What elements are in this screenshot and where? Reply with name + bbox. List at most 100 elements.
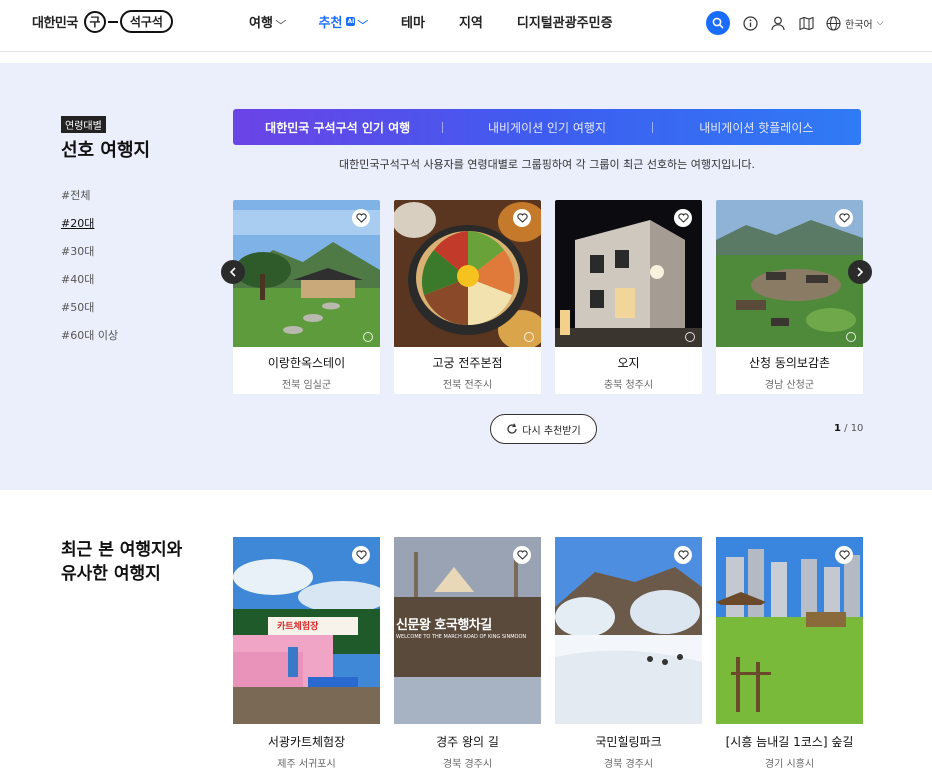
map-button[interactable] bbox=[798, 15, 814, 31]
user-button[interactable] bbox=[770, 15, 786, 31]
site-logo[interactable]: 대한민국 구 석구석 bbox=[32, 10, 173, 33]
place-card[interactable]: 오지 충북 청주시 bbox=[555, 200, 702, 394]
age-filter-60s-plus[interactable]: #60대 이상 bbox=[61, 327, 118, 355]
section-title: 선호 여행지 bbox=[61, 140, 151, 161]
place-photo: 신문왕 호국행차길 WELCOME TO THE MARCH ROAD OF K… bbox=[394, 537, 541, 724]
site-header: 대한민국 구 석구석 여행 ⌵ 추천 AI ⌵ 테마 지역 디지털관광주민증 한… bbox=[0, 0, 932, 52]
photo-sign-subtext: WELCOME TO THE MARCH ROAD OF KING SINMOO… bbox=[396, 634, 527, 640]
preferred-card-list: 이랑한옥스테이 전북 임실군 고궁 전주본점 전북 전주시 오지 충북 청주시 … bbox=[233, 200, 863, 394]
chevron-down-icon: ⌵ bbox=[876, 18, 884, 28]
place-card[interactable]: 국민힐링파크 경북 경주시 bbox=[555, 537, 702, 770]
zoom-icon bbox=[524, 332, 534, 342]
place-name: 서광카트체험장 bbox=[267, 735, 346, 749]
place-photo bbox=[555, 200, 702, 347]
heart-icon[interactable] bbox=[674, 209, 692, 227]
carousel-next-button[interactable] bbox=[848, 260, 872, 284]
place-photo bbox=[555, 537, 702, 724]
place-name: 국민힐링파크 bbox=[595, 735, 662, 749]
recent-card-list: 카트체험장 서광카트체험장 제주 서귀포시 신문왕 호국행차길 WELCOME … bbox=[233, 537, 863, 770]
place-name: 이랑한옥스테이 bbox=[267, 356, 346, 370]
preferred-section: 연령대별 선호 여행지 #전체 #20대 #30대 #40대 #50대 #60대… bbox=[0, 63, 932, 490]
age-group-badge: 연령대별 bbox=[61, 116, 106, 133]
logo-pill: 석구석 bbox=[119, 10, 173, 33]
place-card[interactable]: 이랑한옥스테이 전북 임실군 bbox=[233, 200, 380, 394]
nav-recommend[interactable]: 추천 AI ⌵ bbox=[318, 12, 369, 31]
age-filter-list: #전체 #20대 #30대 #40대 #50대 #60대 이상 bbox=[61, 187, 118, 355]
place-card[interactable]: [시흥 늠내길 1코스] 숲길 경기 시흥시 bbox=[716, 537, 863, 770]
logo-mark: 구 bbox=[83, 10, 106, 33]
tab-navigation-popular[interactable]: 내비게이션 인기 여행지 bbox=[442, 119, 651, 136]
refresh-recommend-button[interactable]: 다시 추천받기 bbox=[490, 414, 597, 444]
heart-icon[interactable] bbox=[513, 546, 531, 564]
chevron-down-icon: ⌵ bbox=[275, 16, 287, 27]
age-filter-20s[interactable]: #20대 bbox=[61, 215, 118, 243]
chevron-down-icon: ⌵ bbox=[357, 16, 369, 27]
heart-icon[interactable] bbox=[352, 209, 370, 227]
age-filter-30s[interactable]: #30대 bbox=[61, 243, 118, 271]
place-name: 오지 bbox=[617, 356, 640, 370]
place-region: 충북 청주시 bbox=[603, 380, 654, 391]
place-photo bbox=[716, 537, 863, 724]
logo-text: 대한민국 bbox=[32, 16, 78, 31]
photo-sign-text: 신문왕 호국행차길 bbox=[396, 618, 492, 633]
place-region: 전북 임실군 bbox=[281, 380, 332, 391]
age-filter-all[interactable]: #전체 bbox=[61, 187, 118, 215]
place-region: 경기 시흥시 bbox=[764, 759, 815, 770]
nav-travel[interactable]: 여행 ⌵ bbox=[249, 12, 287, 31]
place-card[interactable]: 산청 동의보감촌 경남 산청군 bbox=[716, 200, 863, 394]
globe-icon bbox=[826, 15, 841, 31]
age-filter-40s[interactable]: #40대 bbox=[61, 271, 118, 299]
language-selector[interactable]: 한국어 ⌵ bbox=[826, 15, 884, 31]
place-photo: 카트체험장 bbox=[233, 537, 380, 724]
place-name: 산청 동의보감촌 bbox=[748, 356, 831, 370]
nav-digital-label: 디지털관광주민증 bbox=[516, 16, 613, 31]
search-icon bbox=[712, 17, 724, 29]
recent-title-line2: 유사한 여행지 bbox=[61, 564, 161, 584]
place-photo bbox=[394, 200, 541, 347]
place-card[interactable]: 고궁 전주본점 전북 전주시 bbox=[394, 200, 541, 394]
heart-icon[interactable] bbox=[352, 546, 370, 564]
age-filter-50s[interactable]: #50대 bbox=[61, 299, 118, 327]
place-photo bbox=[716, 200, 863, 347]
place-card[interactable]: 카트체험장 서광카트체험장 제주 서귀포시 bbox=[233, 537, 380, 770]
recent-title-line1: 최근 본 여행지와 bbox=[61, 540, 183, 560]
tab-popular-travel[interactable]: 대한민국 구석구석 인기 여행 bbox=[233, 119, 442, 136]
nav-theme-label: 테마 bbox=[401, 16, 425, 31]
tab-navigation-hotplace[interactable]: 내비게이션 핫플레이스 bbox=[651, 119, 861, 136]
place-region: 제주 서귀포시 bbox=[277, 759, 336, 770]
search-button[interactable] bbox=[706, 11, 730, 35]
section-description: 대한민국구석구석 사용자를 연령대별로 그룹핑하여 각 그룹이 최근 선호하는 … bbox=[338, 158, 756, 171]
place-region: 경남 산청군 bbox=[764, 380, 815, 391]
user-icon bbox=[771, 16, 785, 30]
carousel-prev-button[interactable] bbox=[221, 260, 245, 284]
refresh-icon bbox=[507, 423, 517, 434]
page-current: 1 bbox=[834, 423, 841, 434]
main-nav: 여행 ⌵ 추천 AI ⌵ 테마 지역 디지털관광주민증 bbox=[249, 12, 647, 31]
place-photo bbox=[233, 200, 380, 347]
place-region: 전북 전주시 bbox=[442, 380, 493, 391]
recent-section-title: 최근 본 여행지와 유사한 여행지 bbox=[61, 538, 182, 586]
heart-icon[interactable] bbox=[513, 209, 531, 227]
page-indicator: 1 / 10 bbox=[834, 423, 863, 434]
nav-theme[interactable]: 테마 bbox=[401, 12, 425, 31]
header-tools: 한국어 ⌵ bbox=[706, 11, 883, 35]
recommend-tabbar: 대한민국 구석구석 인기 여행 내비게이션 인기 여행지 내비게이션 핫플레이스 bbox=[233, 109, 861, 145]
nav-recommend-label: 추천 bbox=[318, 16, 343, 31]
logo-dash bbox=[107, 20, 118, 23]
nav-travel-label: 여행 bbox=[249, 16, 273, 31]
nav-region[interactable]: 지역 bbox=[459, 12, 483, 31]
place-card[interactable]: 신문왕 호국행차길 WELCOME TO THE MARCH ROAD OF K… bbox=[394, 537, 541, 770]
place-name: 고궁 전주본점 bbox=[432, 356, 503, 370]
photo-sign-text: 카트체험장 bbox=[277, 622, 319, 632]
page-total: / 10 bbox=[840, 423, 864, 434]
place-region: 경북 경주시 bbox=[603, 759, 654, 770]
zoom-icon bbox=[363, 332, 373, 342]
place-name: [시흥 늠내길 1코스] 숲길 bbox=[725, 735, 854, 749]
zoom-icon bbox=[685, 332, 695, 342]
heart-icon[interactable] bbox=[835, 546, 853, 564]
heart-icon[interactable] bbox=[835, 209, 853, 227]
heart-icon[interactable] bbox=[674, 546, 692, 564]
nav-digital-resident-card[interactable]: 디지털관광주민증 bbox=[517, 12, 613, 31]
info-button[interactable] bbox=[742, 15, 758, 31]
chevron-right-icon bbox=[857, 267, 864, 277]
